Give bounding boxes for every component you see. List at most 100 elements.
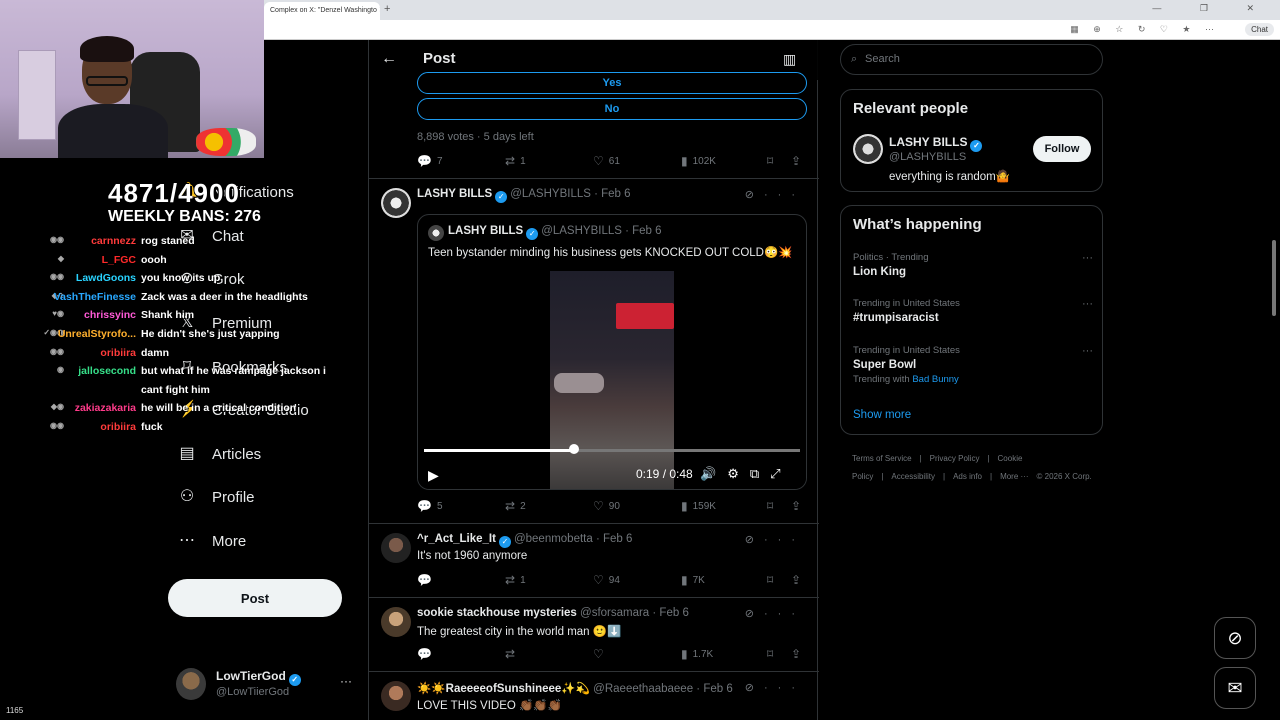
video-car	[554, 373, 604, 393]
reply-count: 7	[436, 155, 443, 167]
tweet-text: It's not 1960 anymore	[417, 550, 528, 562]
settings-icon[interactable]: ⚙	[727, 466, 750, 481]
grok-icon[interactable]: ⊘	[745, 189, 764, 201]
new-tab-icon[interactable]: +	[384, 3, 390, 15]
nav-item-more[interactable]: ⋯ More	[178, 532, 246, 550]
bookmark-button[interactable]: ⌑	[767, 499, 773, 513]
scrollbar[interactable]	[1272, 240, 1276, 316]
pip-icon[interactable]: ⧉	[750, 466, 770, 481]
post-button[interactable]: Post	[168, 579, 342, 617]
repost-button[interactable]: ⇄	[505, 647, 520, 661]
chat-text: damn	[141, 346, 170, 359]
avatar[interactable]	[381, 188, 411, 218]
video-player[interactable]: ▶ 0:19 / 0:48 🔊⚙⧉⤢	[418, 271, 806, 489]
share-button[interactable]: ⇪	[791, 573, 801, 587]
trend-item[interactable]: Trending in United States Super Bowl Tre…	[853, 345, 1093, 385]
messages-fab-icon[interactable]: ✉	[1214, 667, 1256, 709]
chat-badges-icon: ◉◉	[50, 235, 64, 244]
browser-chat-button[interactable]: Chat	[1245, 23, 1274, 36]
window-controls[interactable]: — ❐ ✕	[1152, 3, 1272, 14]
bookmark-icon: ⌑	[767, 154, 774, 168]
tweet-author[interactable]: LASHY BILLS	[417, 188, 492, 200]
like-button[interactable]: ♡ 94	[593, 573, 620, 587]
repost-button[interactable]: ⇄ 2	[505, 499, 526, 513]
chat-badges-icon: ◉	[57, 365, 64, 375]
verified-badge-icon: ✓	[970, 140, 983, 152]
views-button[interactable]: ▮ 102K	[681, 154, 716, 168]
footer-link[interactable]: Accessibility	[891, 472, 935, 481]
tweet-author[interactable]: ^r_Act_Like_It	[417, 533, 496, 545]
chat-text: Shank him	[141, 309, 195, 322]
repost-button[interactable]: ⇄ 1	[505, 573, 526, 587]
repost-button[interactable]: ⇄ 1	[505, 154, 526, 168]
relevant-name[interactable]: LASHY BILLS	[889, 135, 967, 149]
reply-button[interactable]: 💬	[417, 647, 437, 661]
footer-link[interactable]: More ···	[1000, 472, 1028, 481]
poll-option-no[interactable]: No	[417, 98, 807, 120]
bookmark-button[interactable]: ⌑	[767, 647, 773, 661]
bookmark-button[interactable]: ⌑	[767, 154, 773, 168]
volume-icon[interactable]: 🔊	[700, 466, 727, 481]
card-title: What’s happening	[853, 216, 982, 233]
tweet-tools: ⊘···	[745, 681, 805, 694]
more-icon[interactable]: ···	[1082, 345, 1093, 357]
trend-item[interactable]: Trending in United States #trumpisaracis…	[853, 298, 1093, 324]
browser-tab[interactable]: Complex on X: "Denzel Washingto ✕	[264, 2, 380, 20]
like-button[interactable]: ♡ 61	[593, 154, 620, 168]
fullscreen-icon[interactable]: ⤢	[770, 466, 791, 481]
more-icon[interactable]: ···	[764, 608, 805, 620]
tweet-author[interactable]: sookie stackhouse mysteries	[417, 607, 577, 619]
trend-item[interactable]: Politics · Trending Lion King ···	[853, 252, 1093, 278]
reply-button[interactable]: 💬 7	[417, 154, 443, 168]
avatar[interactable]	[381, 607, 411, 637]
back-arrow-icon[interactable]: ←	[381, 50, 397, 68]
account-name: LowTierGod	[216, 669, 286, 683]
grok-icon[interactable]: ⊘	[745, 682, 764, 694]
views-button[interactable]: ▮ 159K	[681, 499, 716, 513]
repost-count: 1	[520, 155, 526, 167]
quoted-tweet[interactable]: LASHY BILLS ✓ @LASHYBILLS · Feb 6 Teen bys…	[417, 214, 807, 490]
more-icon[interactable]: ···	[1082, 298, 1093, 310]
avatar[interactable]	[381, 681, 411, 711]
more-icon[interactable]: ···	[764, 189, 805, 201]
views-button[interactable]: ▮ 7K	[681, 573, 705, 587]
reply-button[interactable]: 💬	[417, 573, 437, 587]
trend-with-link[interactable]: Bad Bunny	[912, 374, 958, 385]
reader-mode-icon[interactable]: ▥	[783, 51, 796, 68]
search-input[interactable]: ⌕ Search	[840, 44, 1103, 75]
tab-close-icon[interactable]: ✕	[379, 7, 380, 14]
footer-link[interactable]: Privacy Policy	[930, 454, 980, 463]
browser-toolbar-icons[interactable]: ▦ ⊕ ☆ ↻ ♡ ★ ⋯	[1070, 24, 1220, 35]
avatar[interactable]	[853, 134, 883, 164]
reply-button[interactable]: 💬 5	[417, 499, 443, 513]
account-more-icon[interactable]: ···	[340, 674, 352, 688]
share-button[interactable]: ⇪	[791, 154, 801, 168]
follow-button[interactable]: Follow	[1033, 136, 1091, 162]
footer-link[interactable]: Terms of Service	[852, 454, 912, 463]
weekly-bans: WEEKLY BANS: 276	[108, 208, 261, 225]
nav-item-articles[interactable]: ▤ Articles	[178, 445, 261, 463]
play-icon[interactable]: ▶	[428, 467, 439, 484]
account-switcher[interactable]: LowTierGod ✓ @LowTiierGod ···	[176, 668, 356, 704]
show-more-link[interactable]: Show more	[853, 409, 911, 421]
poll-option-yes[interactable]: Yes	[417, 72, 807, 94]
views-button[interactable]: ▮ 1.7K	[681, 647, 713, 661]
more-icon[interactable]: ···	[764, 534, 805, 546]
avatar[interactable]	[381, 533, 411, 563]
views-icon: ▮	[681, 573, 688, 587]
grok-icon[interactable]: ⊘	[745, 534, 764, 546]
grok-fab-icon[interactable]: ⊘	[1214, 617, 1256, 659]
like-button[interactable]: ♡ 90	[593, 499, 620, 513]
account-handle: @LowTiierGod	[216, 686, 290, 698]
grok-icon[interactable]: ⊘	[745, 608, 764, 620]
bookmark-button[interactable]: ⌑	[767, 573, 773, 587]
chat-text: he will be in a critical condition	[141, 402, 297, 415]
more-icon[interactable]: ···	[1082, 252, 1093, 264]
tweet-author[interactable]: ☀️☀️RaeeeeofSunshineee✨💫	[417, 683, 590, 695]
share-button[interactable]: ⇪	[791, 647, 801, 661]
footer-link[interactable]: Ads info	[953, 472, 982, 481]
like-button[interactable]: ♡	[593, 647, 609, 661]
nav-item-profile[interactable]: ⚇ Profile	[178, 488, 255, 506]
share-button[interactable]: ⇪	[791, 499, 801, 513]
more-icon[interactable]: ···	[764, 682, 805, 694]
